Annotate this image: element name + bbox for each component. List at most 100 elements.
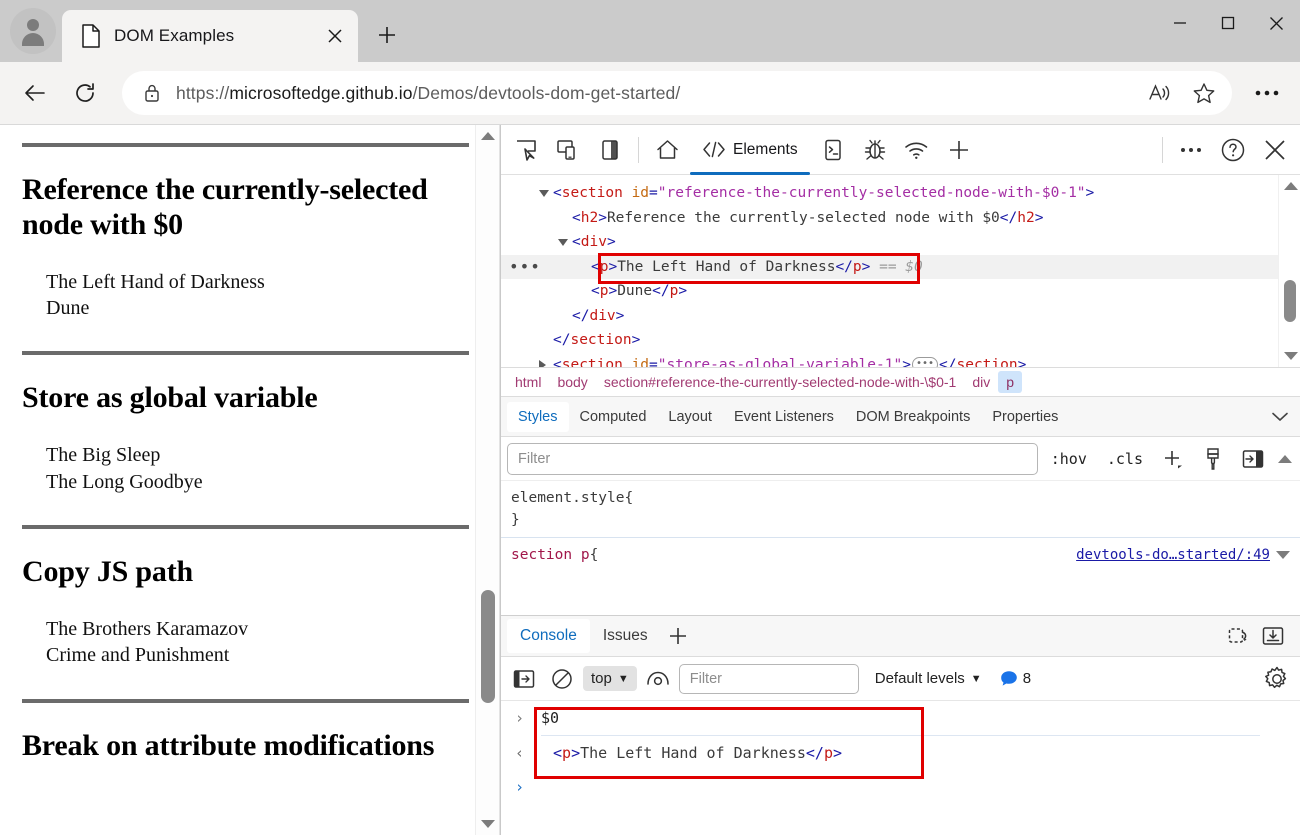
- console-tab-console[interactable]: Console: [507, 619, 590, 653]
- breadcrumb-item[interactable]: html: [507, 371, 549, 393]
- new-tab-button[interactable]: [367, 15, 407, 55]
- window-close-button[interactable]: [1252, 0, 1300, 46]
- section-heading: Copy JS path: [22, 555, 469, 590]
- style-source-link[interactable]: devtools-do…started/:49: [1076, 544, 1270, 566]
- more-tools-ellipsis-icon[interactable]: [1170, 129, 1212, 171]
- style-rule-selector[interactable]: section p: [511, 544, 590, 566]
- dom-tree-scrollbar[interactable]: [1278, 175, 1300, 367]
- styles-tab-event-listeners[interactable]: Event Listeners: [723, 402, 845, 432]
- console-output[interactable]: › $0 ‹ <p>The Left Hand of Darkness</p> …: [501, 701, 1300, 835]
- dom-tree-node[interactable]: <section id="reference-the-currently-sel…: [501, 181, 1300, 206]
- dom-tree-node[interactable]: <div>: [501, 230, 1300, 255]
- breadcrumb-item[interactable]: section#reference-the-currently-selected…: [596, 371, 965, 393]
- node-more-options-icon[interactable]: •••: [509, 255, 541, 280]
- address-input[interactable]: https://microsoftedge.github.io/Demos/de…: [122, 71, 1232, 115]
- collapsed-children-badge[interactable]: •••: [912, 357, 938, 367]
- chevron-down-icon[interactable]: [1272, 412, 1300, 422]
- clear-console-icon[interactable]: [545, 664, 579, 694]
- network-wifi-icon[interactable]: [896, 129, 938, 171]
- expand-twisty-open-icon[interactable]: [558, 239, 568, 246]
- scroll-up-arrow[interactable]: [476, 125, 500, 147]
- console-tab-issues[interactable]: Issues: [590, 619, 661, 653]
- scroll-down-arrow[interactable]: [1279, 345, 1300, 367]
- breadcrumb-item[interactable]: div: [964, 371, 998, 393]
- close-devtools-icon[interactable]: [1254, 129, 1296, 171]
- console-settings-gear-icon[interactable]: [1260, 664, 1294, 694]
- styles-tab-layout[interactable]: Layout: [657, 402, 723, 432]
- console-context-selector[interactable]: top ▼: [583, 666, 637, 691]
- dock-side-icon[interactable]: [589, 129, 631, 171]
- styles-tab-computed[interactable]: Computed: [569, 402, 658, 432]
- dom-tree-node[interactable]: </div>: [501, 304, 1300, 329]
- paintbrush-icon[interactable]: [1196, 444, 1230, 474]
- dom-token: id: [632, 357, 649, 368]
- live-expression-icon[interactable]: [641, 664, 675, 694]
- breadcrumb-item[interactable]: p: [998, 371, 1022, 393]
- dom-tree[interactable]: <section id="reference-the-currently-sel…: [501, 175, 1300, 367]
- debugger-bug-icon[interactable]: [854, 129, 896, 171]
- scroll-down-arrow[interactable]: [476, 813, 500, 835]
- dom-tree-node[interactable]: •••<p>The Left Hand of Darkness</p> == $…: [501, 255, 1300, 280]
- console-filter-input[interactable]: [679, 664, 859, 694]
- styles-tab-properties[interactable]: Properties: [981, 402, 1069, 432]
- window-maximize-button[interactable]: [1204, 0, 1252, 46]
- console-message-count[interactable]: 8: [1000, 670, 1031, 687]
- console-settings-dock-icon[interactable]: [1222, 621, 1256, 651]
- element-classes-button[interactable]: .cls: [1100, 446, 1150, 472]
- styles-scroll-down-arrow[interactable]: [1276, 544, 1290, 566]
- dom-tree-node[interactable]: <h2>Reference the currently-selected nod…: [501, 206, 1300, 231]
- console-message[interactable]: ‹ <p>The Left Hand of Darkness</p>: [501, 736, 1300, 770]
- hover-state-button[interactable]: :hov: [1044, 446, 1094, 472]
- page-scrollbar[interactable]: [475, 125, 499, 835]
- console-token: </: [806, 744, 824, 762]
- styles-tab-dom-breakpoints[interactable]: DOM Breakpoints: [845, 402, 981, 432]
- help-question-icon[interactable]: [1212, 129, 1254, 171]
- dom-tree-node[interactable]: <section id="store-as-global-variable-1"…: [501, 353, 1300, 368]
- read-aloud-icon[interactable]: [1138, 73, 1182, 113]
- dom-token: >: [902, 357, 911, 368]
- style-rule-brace-close: }: [511, 509, 1290, 531]
- style-rule[interactable]: element.style { }: [501, 481, 1300, 533]
- expand-twisty-open-icon[interactable]: [539, 190, 549, 197]
- expand-twisty-closed-icon[interactable]: [539, 360, 546, 368]
- scroll-up-arrow[interactable]: [1279, 175, 1300, 197]
- dom-tree-node[interactable]: </section>: [501, 328, 1300, 353]
- tab-elements[interactable]: Elements: [688, 128, 812, 172]
- plus-new-style-rule-icon[interactable]: [1156, 444, 1190, 474]
- breadcrumb-item[interactable]: body: [549, 371, 595, 393]
- toggle-sidebar-icon[interactable]: [1236, 444, 1270, 474]
- dom-token: </: [939, 357, 956, 368]
- import-log-icon[interactable]: [1256, 621, 1290, 651]
- profile-avatar-button[interactable]: [10, 8, 56, 54]
- style-rule-selector[interactable]: element.style: [511, 487, 625, 509]
- reload-button[interactable]: [64, 72, 106, 114]
- add-drawer-tab-icon[interactable]: [661, 621, 695, 651]
- console-sidebar-icon[interactable]: [507, 664, 541, 694]
- console-icon[interactable]: [812, 129, 854, 171]
- console-levels-dropdown[interactable]: Default levels ▼: [871, 670, 986, 687]
- back-button[interactable]: [14, 72, 56, 114]
- settings-ellipsis-icon[interactable]: [1244, 72, 1290, 114]
- styles-tab-styles[interactable]: Styles: [507, 402, 569, 432]
- styles-rules-list[interactable]: element.style { } section p { devtools-d…: [501, 481, 1300, 615]
- add-tab-icon[interactable]: [938, 129, 980, 171]
- device-emulation-icon[interactable]: [547, 129, 589, 171]
- browser-tab[interactable]: DOM Examples: [62, 10, 358, 62]
- breadcrumb[interactable]: htmlbodysection#reference-the-currently-…: [501, 367, 1300, 397]
- styles-filter-input[interactable]: [507, 443, 1038, 475]
- scrollbar-thumb[interactable]: [1284, 280, 1296, 322]
- console-prompt-row[interactable]: ›: [501, 770, 1300, 804]
- dom-tree-node[interactable]: <p>Dune</p>: [501, 279, 1300, 304]
- inspect-element-icon[interactable]: [505, 129, 547, 171]
- dom-token: >: [632, 332, 641, 348]
- home-icon[interactable]: [646, 129, 688, 171]
- scrollbar-thumb[interactable]: [481, 590, 495, 703]
- tab-close-button[interactable]: [320, 21, 350, 51]
- favorites-star-icon[interactable]: [1182, 73, 1226, 113]
- book-title: The Big Sleep: [46, 442, 469, 468]
- style-rule[interactable]: section p { devtools-do…started/:49: [501, 538, 1300, 568]
- window-minimize-button[interactable]: [1156, 0, 1204, 46]
- styles-scroll-up-arrow[interactable]: [1276, 444, 1294, 474]
- console-message[interactable]: › $0: [501, 701, 1300, 735]
- window-controls: [1156, 0, 1300, 46]
